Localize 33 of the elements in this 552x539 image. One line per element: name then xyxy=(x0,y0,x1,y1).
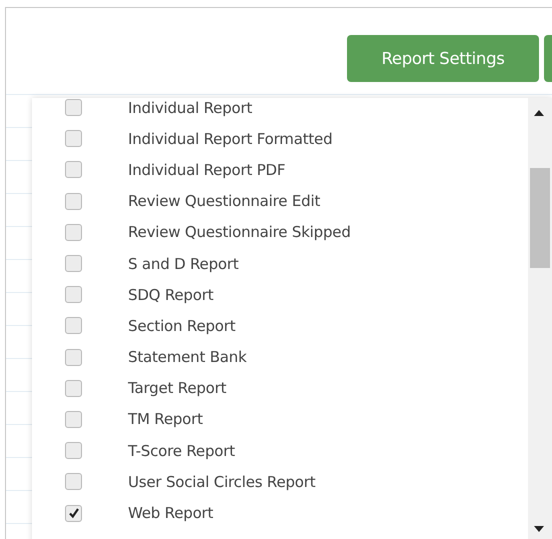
report-option[interactable]: Individual Report Formatted xyxy=(128,130,332,148)
report-option[interactable]: TM Report xyxy=(128,410,203,428)
checkbox[interactable] xyxy=(65,380,82,397)
report-option[interactable]: Target Report xyxy=(128,379,226,398)
report-option[interactable]: SDQ Report xyxy=(128,286,214,304)
checkbox[interactable] xyxy=(65,192,82,210)
report-option[interactable]: User Social Circles Report xyxy=(128,472,316,491)
report-option[interactable]: Review Questionnaire Skipped xyxy=(128,223,351,242)
scroll-thumb[interactable] xyxy=(530,168,550,268)
checkbox[interactable] xyxy=(65,504,82,522)
checkbox[interactable] xyxy=(65,317,82,334)
checkbox[interactable] xyxy=(65,99,82,116)
checkbox[interactable] xyxy=(65,161,82,178)
checkbox[interactable] xyxy=(65,286,82,304)
report-option[interactable]: T-Score Report xyxy=(128,442,235,460)
report-option[interactable]: Statement Bank xyxy=(128,348,247,366)
checkbox[interactable] xyxy=(65,255,82,272)
report-option[interactable]: Web Report xyxy=(128,504,214,522)
scrollbar[interactable] xyxy=(528,98,552,539)
checkbox[interactable] xyxy=(65,442,82,460)
checkbox[interactable] xyxy=(65,473,82,490)
checkbox[interactable] xyxy=(65,410,82,428)
scroll-down-icon[interactable] xyxy=(534,526,544,532)
report-option[interactable]: Individual Report xyxy=(128,98,252,117)
report-option[interactable]: Section Report xyxy=(128,316,236,335)
checkbox[interactable] xyxy=(65,224,82,241)
checkbox[interactable] xyxy=(65,130,82,148)
report-option[interactable]: Review Questionnaire Edit xyxy=(128,192,320,210)
scroll-up-icon[interactable] xyxy=(534,110,544,116)
checkbox[interactable] xyxy=(65,348,82,366)
report-option[interactable]: S and D Report xyxy=(128,254,239,273)
toolbar-button[interactable] xyxy=(544,35,552,82)
report-option[interactable]: Individual Report PDF xyxy=(128,160,286,179)
